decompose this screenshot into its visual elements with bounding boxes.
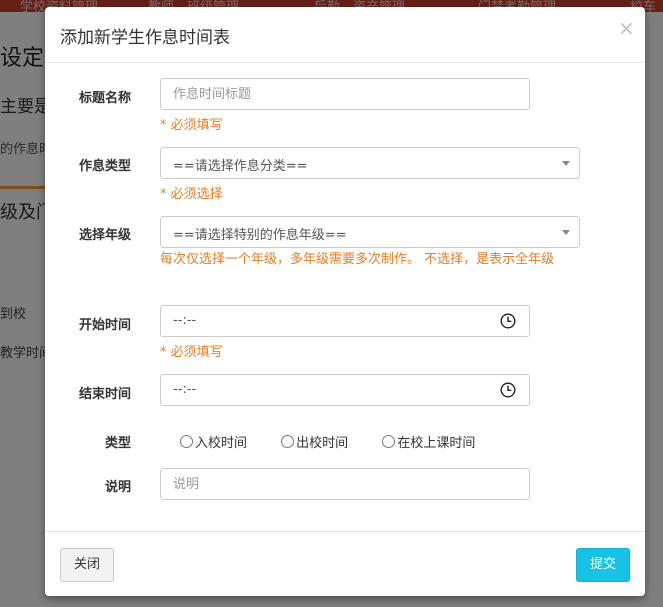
end-time-label: 结束时间 <box>78 387 131 402</box>
category-select[interactable]: ==请选择作息分类== <box>160 147 580 179</box>
radio-button[interactable] <box>180 435 193 448</box>
radio-label: 在校上课时间 <box>397 436 476 451</box>
title-input[interactable] <box>161 79 529 109</box>
page: 学校资料管理 教师、班级管理 后勤、资产管理 门禁考勤管理 校车 设定管 主要是… <box>0 0 663 607</box>
grade-select[interactable]: ==请选择特别的作息年级== <box>160 216 580 248</box>
modal-footer: 关闭 提交 <box>45 531 645 597</box>
grade-hint: 每次仅选择一个年级，多年级需要多次制作。 不选择，是表示全年级 <box>160 252 555 267</box>
radio-leave-school[interactable]: 出校时间 <box>281 432 348 451</box>
radio-class-time[interactable]: 在校上课时间 <box>382 432 475 451</box>
title-required-hint: * 必须填写 <box>160 118 223 133</box>
radio-button[interactable] <box>382 435 396 448</box>
description-input[interactable] <box>161 469 529 499</box>
chevron-down-icon <box>562 230 570 235</box>
modal-title: 添加新学生作息时间表 <box>60 28 230 48</box>
description-field[interactable] <box>160 468 530 500</box>
clock-icon[interactable] <box>500 382 516 398</box>
type-radio-group: 入校时间 出校时间 在校上课时间 <box>180 432 505 451</box>
start-time-value: --:-- <box>173 313 197 328</box>
title-label: 标题名称 <box>78 91 131 106</box>
radio-button[interactable] <box>281 435 295 448</box>
type-label: 类型 <box>104 436 131 451</box>
end-time-input[interactable]: --:-- <box>160 374 530 406</box>
clock-icon[interactable] <box>500 313 516 329</box>
chevron-down-icon <box>562 161 570 166</box>
radio-enter-school[interactable]: 入校时间 <box>180 432 247 451</box>
add-schedule-modal: 添加新学生作息时间表 × 标题名称 * 必须填写 作息类型 ==请选择作息分类=… <box>45 7 645 596</box>
category-required-hint: * 必须选择 <box>160 187 223 202</box>
close-button[interactable]: 关闭 <box>60 548 114 582</box>
modal-header: 添加新学生作息时间表 × <box>45 7 645 63</box>
start-time-required-hint: * 必须填写 <box>160 345 223 360</box>
start-time-label: 开始时间 <box>78 318 131 333</box>
category-label: 作息类型 <box>78 159 131 174</box>
category-selected-value: ==请选择作息分类== <box>173 159 308 174</box>
grade-selected-value: ==请选择特别的作息年级== <box>173 228 347 243</box>
close-icon[interactable]: × <box>618 18 635 38</box>
radio-label: 出校时间 <box>296 436 349 451</box>
submit-button[interactable]: 提交 <box>576 548 630 582</box>
end-time-value: --:-- <box>173 382 197 397</box>
start-time-input[interactable]: --:-- <box>160 305 530 337</box>
grade-label: 选择年级 <box>78 228 131 243</box>
description-label: 说明 <box>104 480 131 495</box>
radio-label: 入校时间 <box>195 436 248 451</box>
title-field[interactable] <box>160 78 530 110</box>
